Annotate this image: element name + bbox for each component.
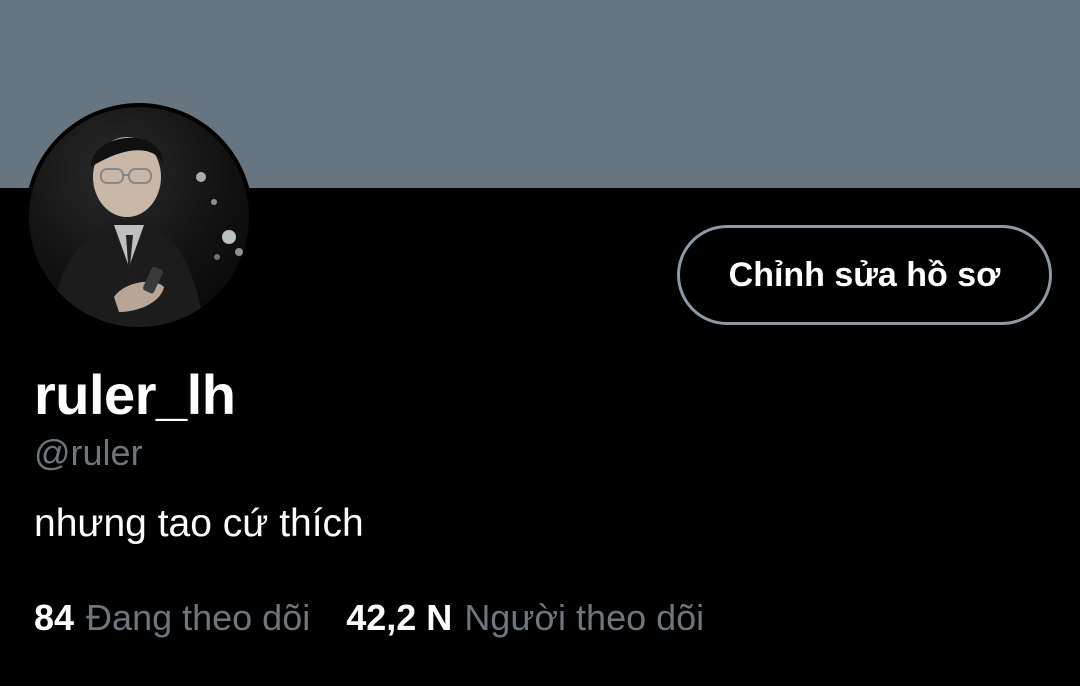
profile-bio: nhưng tao cứ thích [34, 502, 364, 545]
edit-profile-label: Chỉnh sửa hồ sơ [728, 255, 1001, 294]
display-name: ruler_lh [34, 363, 236, 426]
following-stat-link[interactable]: 84 Đang theo dõi [34, 597, 310, 639]
followers-count: 42,2 N [346, 597, 453, 638]
following-count: 84 [34, 597, 75, 638]
avatar[interactable] [25, 103, 253, 331]
profile-page: Chỉnh sửa hồ sơ ruler_lh @ruler nhưng ta… [0, 0, 1080, 686]
user-avatar-photo-icon [49, 137, 243, 327]
user-handle: @ruler [34, 432, 143, 473]
followers-stat-link[interactable]: 42,2 N Người theo dõi [346, 597, 704, 639]
following-label: Đang theo dõi [86, 597, 311, 638]
profile-stats: 84 Đang theo dõi 42,2 N Người theo dõi [34, 597, 704, 639]
followers-label: Người theo dõi [464, 597, 705, 638]
edit-profile-button[interactable]: Chỉnh sửa hồ sơ [677, 225, 1052, 325]
avatar-photo [29, 107, 249, 327]
